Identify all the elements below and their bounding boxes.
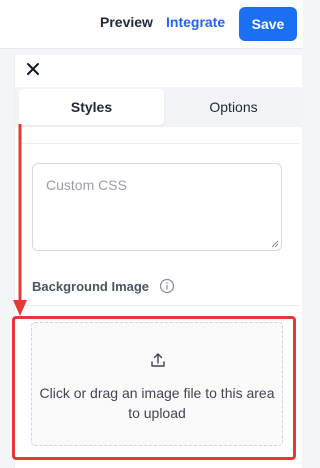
custom-css-textarea[interactable]: Custom CSS — [32, 163, 282, 251]
background-image-label: Background Image — [32, 279, 150, 294]
divider — [19, 305, 299, 306]
tab-styles[interactable]: Styles — [19, 89, 164, 125]
info-icon[interactable] — [159, 278, 175, 294]
top-bar: Preview Integrate Save — [0, 0, 303, 49]
divider — [19, 143, 299, 144]
tab-bar: Styles Options — [15, 87, 302, 127]
custom-css-placeholder: Custom CSS — [46, 177, 127, 193]
annotation-highlight-box — [12, 316, 296, 460]
resize-grip-icon[interactable] — [271, 240, 279, 248]
tab-options[interactable]: Options — [165, 89, 302, 125]
save-button[interactable]: Save — [239, 7, 297, 41]
close-icon[interactable] — [25, 61, 41, 77]
integrate-button[interactable]: Integrate — [166, 14, 225, 30]
preview-button[interactable]: Preview — [100, 14, 153, 30]
annotation-arrow — [13, 124, 27, 316]
